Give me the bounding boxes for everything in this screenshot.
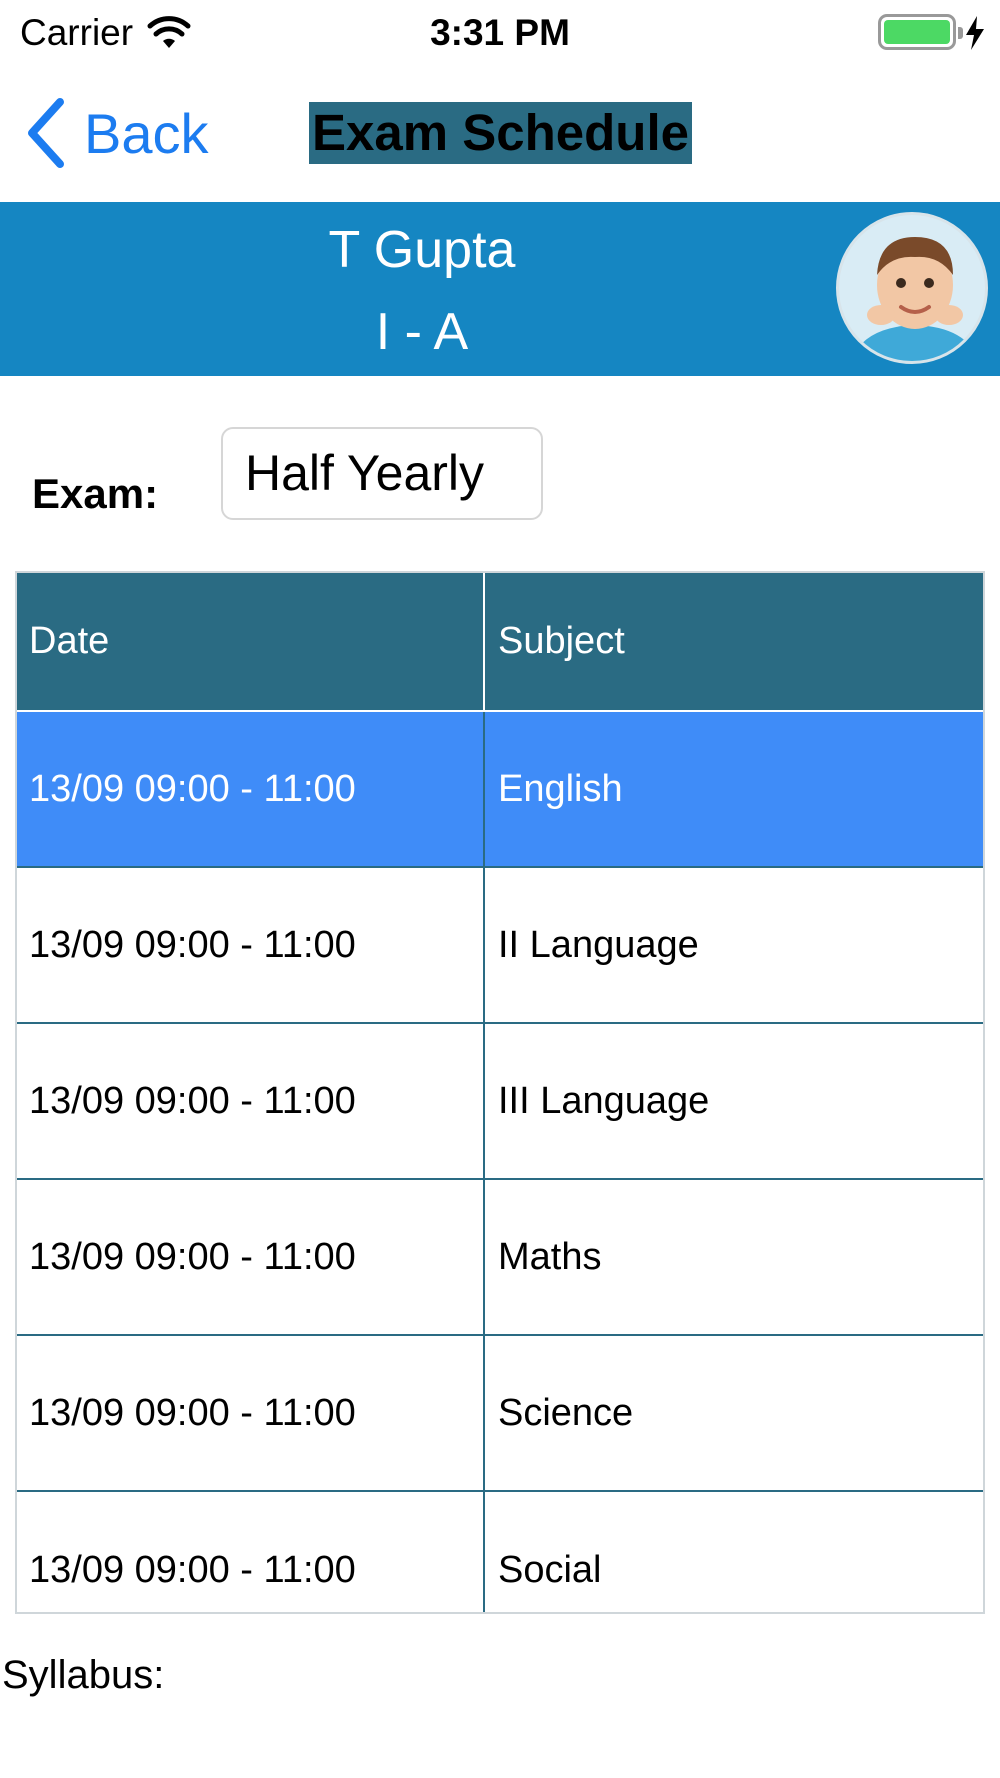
row-subject: Maths: [498, 1235, 602, 1278]
row-subject: Science: [498, 1391, 634, 1434]
table-row[interactable]: 13/09 09:00 - 11:00 Social: [17, 1492, 983, 1612]
table-row[interactable]: 13/09 09:00 - 11:00 II Language: [17, 868, 983, 1024]
row-date: 13/09 09:00 - 11:00: [17, 868, 485, 1022]
exam-schedule-table: Date Subject 13/09 09:00 - 11:00 English…: [15, 571, 985, 1614]
exam-dropdown[interactable]: Half Yearly: [221, 427, 543, 520]
child-avatar-image: [839, 215, 985, 361]
table-header-row: Date Subject: [17, 573, 983, 712]
chevron-left-icon: [28, 98, 64, 168]
exam-label: Exam:: [32, 470, 159, 517]
row-date: 13/09 09:00 - 11:00: [17, 1336, 485, 1490]
row-date: 13/09 09:00 - 11:00: [17, 1024, 485, 1178]
column-header-date: Date: [17, 573, 485, 710]
syllabus-label: Syllabus:: [2, 1653, 165, 1697]
student-class: I - A: [375, 303, 469, 361]
row-subject: English: [498, 767, 623, 810]
table-row[interactable]: 13/09 09:00 - 11:00 Science: [17, 1336, 983, 1492]
student-name: T Gupta: [328, 221, 516, 279]
status-bar: Carrier 3:31 PM: [0, 0, 1000, 68]
row-subject: Social: [498, 1548, 602, 1591]
back-label: Back: [84, 101, 209, 165]
page-title: Exam Schedule: [309, 102, 692, 164]
battery-fill: [884, 20, 950, 44]
table-row[interactable]: 13/09 09:00 - 11:00 Maths: [17, 1180, 983, 1336]
back-button[interactable]: Back: [26, 98, 209, 168]
row-date: 13/09 09:00 - 11:00: [17, 712, 485, 866]
avatar[interactable]: [836, 212, 988, 364]
row-date: 13/09 09:00 - 11:00: [17, 1180, 485, 1334]
row-subject: III Language: [498, 1079, 710, 1122]
navigation-bar: Back Exam Schedule: [0, 68, 1000, 202]
column-header-subject: Subject: [498, 620, 625, 662]
charging-bolt-icon: [966, 16, 984, 50]
battery-icon: [878, 14, 963, 50]
student-banner: T Gupta I - A: [0, 202, 1000, 376]
table-row[interactable]: 13/09 09:00 - 11:00 English: [17, 712, 983, 868]
table-row[interactable]: 13/09 09:00 - 11:00 III Language: [17, 1024, 983, 1180]
status-time: 3:31 PM: [430, 12, 570, 53]
row-date: 13/09 09:00 - 11:00: [17, 1492, 485, 1612]
row-subject: II Language: [498, 923, 699, 966]
